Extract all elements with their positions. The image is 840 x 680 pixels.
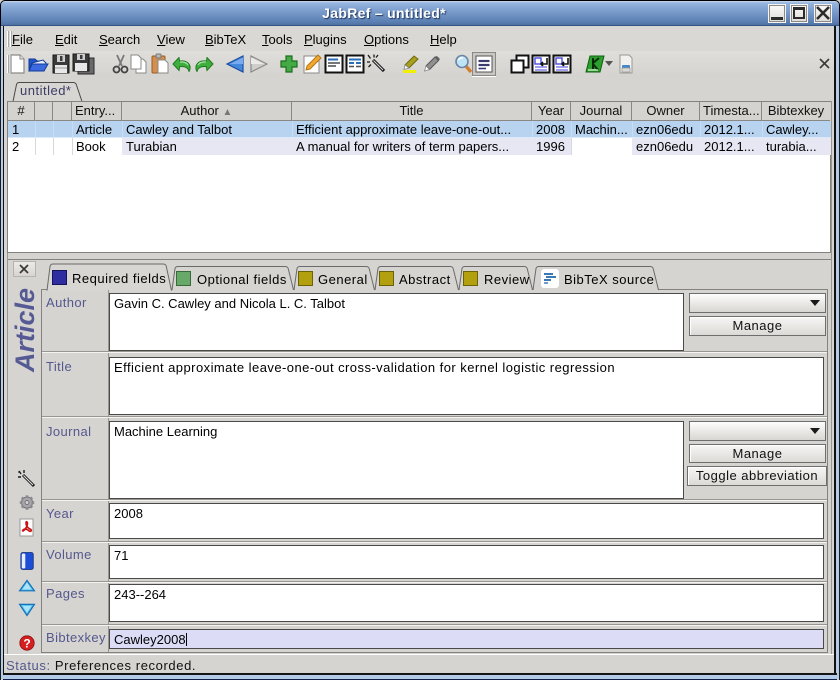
svg-text:?: ? bbox=[23, 636, 30, 650]
